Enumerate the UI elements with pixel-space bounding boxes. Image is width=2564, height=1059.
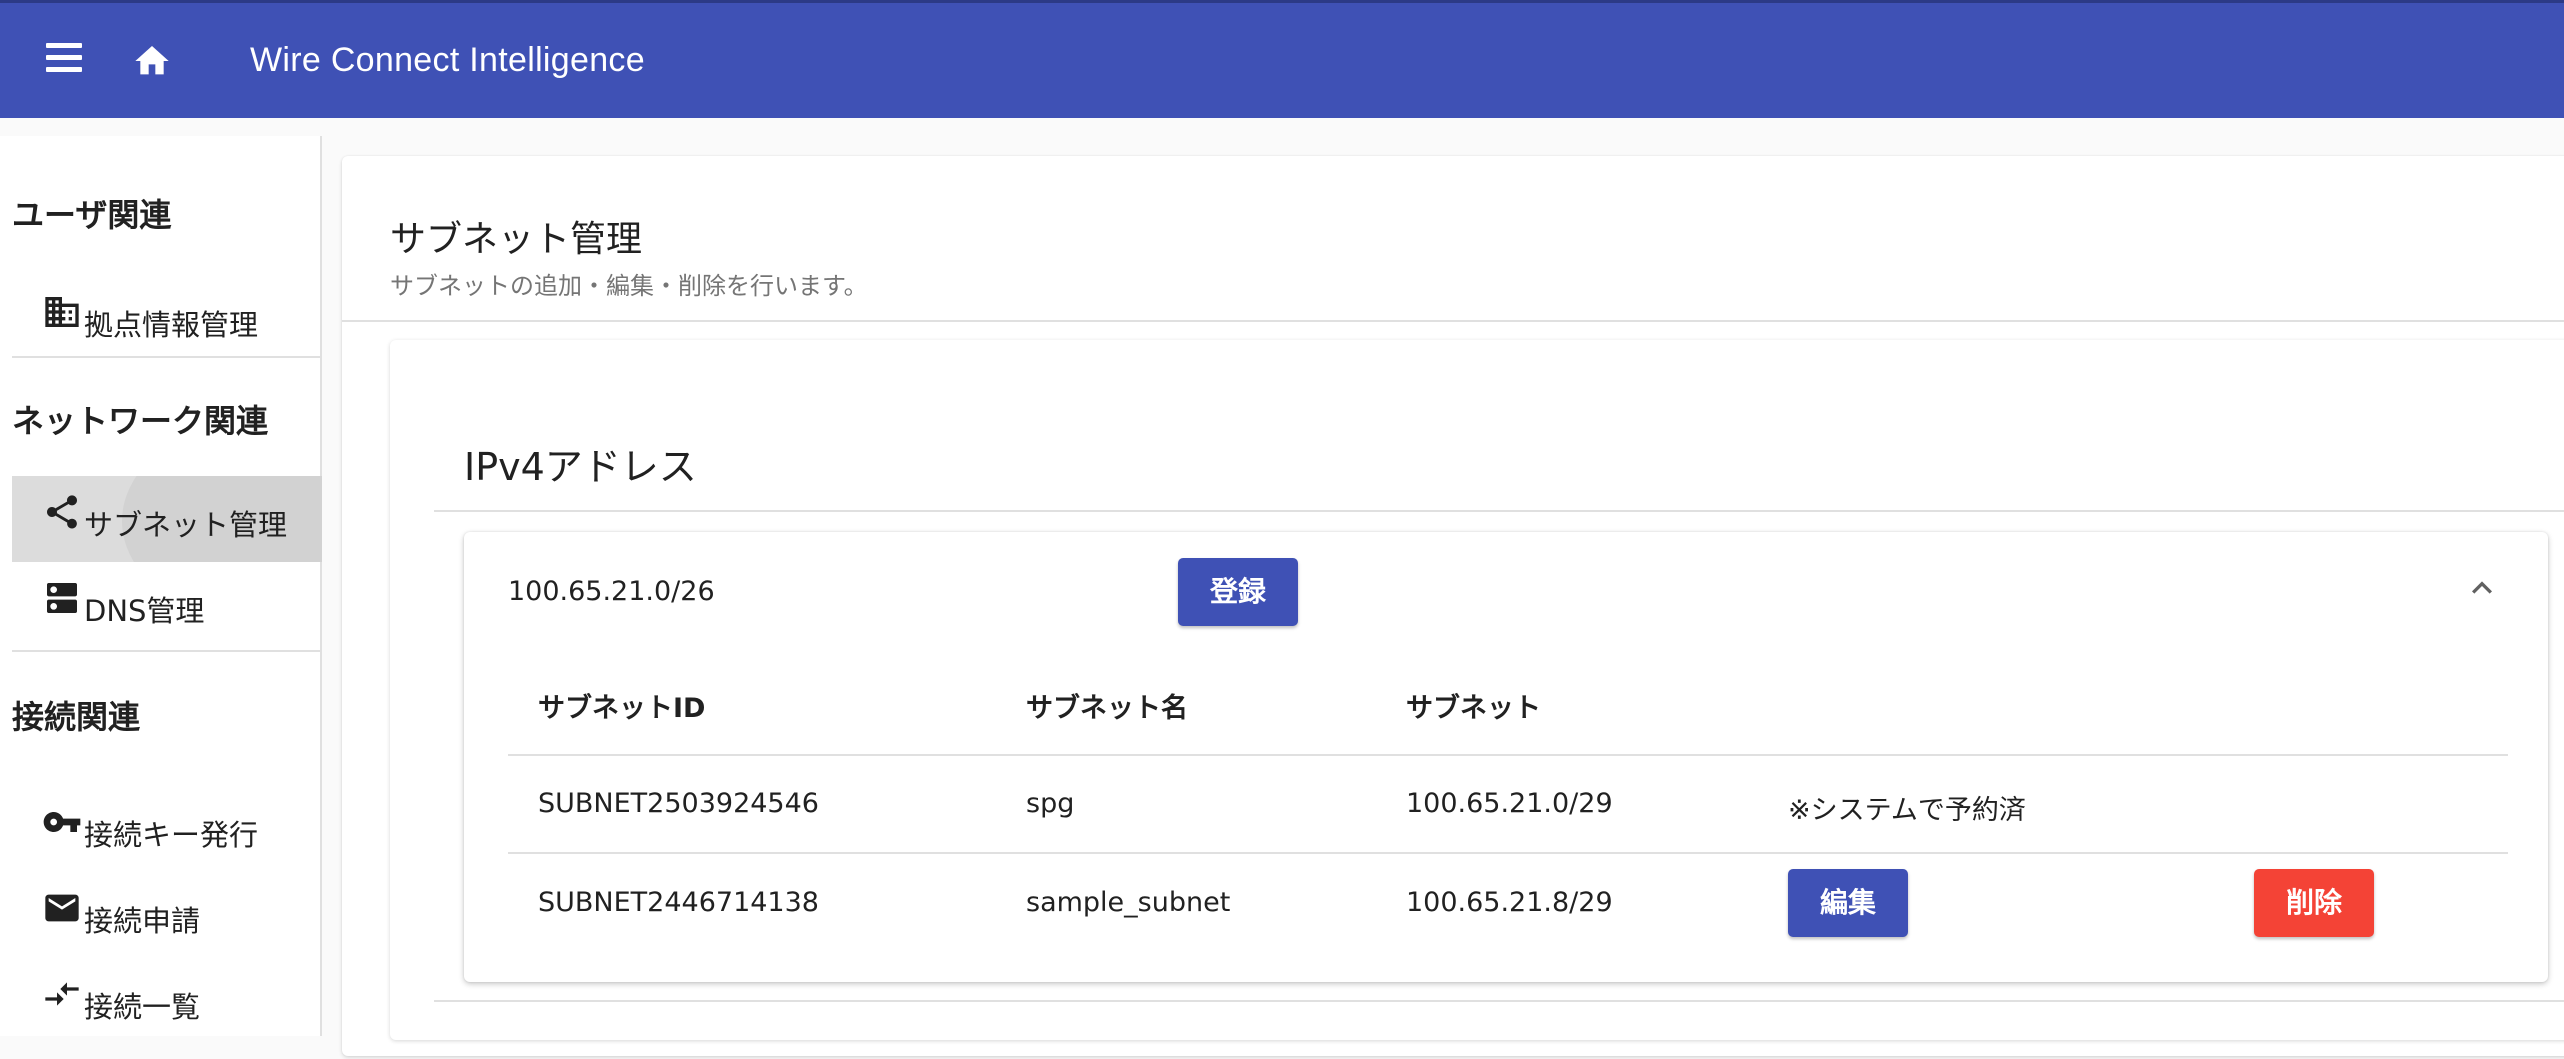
sidebar-item-issue-key[interactable]: 接続キー発行 [12, 786, 322, 872]
page-title: サブネット管理 [390, 219, 643, 260]
sidebar-item-label: 接続一覧 [84, 990, 201, 1024]
key-icon [43, 812, 81, 832]
sidebar-item-sites[interactable]: 拠点情報管理 [12, 276, 322, 362]
column-header-subnet-id: サブネットID [538, 693, 706, 724]
sidebar-item-label: 拠点情報管理 [84, 308, 259, 342]
table-divider [508, 852, 2508, 854]
header-divider [342, 320, 2564, 322]
section-divider [434, 1000, 2564, 1002]
cell-subnet: 100.65.21.8/29 [1406, 887, 1613, 918]
section-title: IPv4アドレス [464, 445, 697, 489]
cell-subnet-name: sample_subnet [1026, 887, 1231, 918]
sidebar-heading-user: ユーザ関連 [12, 196, 172, 234]
address-range: 100.65.21.0/26 [508, 576, 715, 607]
compare-arrows-icon [45, 982, 79, 1006]
app-title: Wire Connect Intelligence [250, 41, 645, 79]
sidebar-item-connection-request[interactable]: 接続申請 [12, 872, 322, 958]
sidebar-item-label: DNS管理 [84, 594, 205, 628]
table-divider [508, 754, 2508, 756]
sidebar-item-label: 接続申請 [84, 904, 201, 938]
share-icon [47, 495, 77, 529]
sidebar: ユーザ関連 拠点情報管理 ネットワーク関連 サブネット管理 DNS管理 接続関連… [0, 136, 322, 1036]
sidebar-item-label: 接続キー発行 [84, 818, 259, 852]
sidebar-divider [12, 356, 322, 358]
sidebar-item-label: サブネット管理 [84, 508, 288, 542]
reserved-note: ※システムで予約済 [1788, 795, 2026, 826]
section-divider [434, 510, 2564, 512]
home-icon[interactable] [130, 41, 174, 81]
column-header-subnet-name: サブネット名 [1026, 693, 1188, 724]
register-button[interactable]: 登録 [1178, 558, 1298, 626]
cell-subnet-id: SUBNET2503924546 [538, 788, 819, 819]
cell-subnet-name: spg [1026, 788, 1075, 819]
address-range-panel: 100.65.21.0/26 登録 サブネットID サブネット名 サブネット S… [464, 532, 2548, 982]
cell-subnet: 100.65.21.0/29 [1406, 788, 1613, 819]
sidebar-heading-connection: 接続関連 [12, 698, 141, 736]
edit-button[interactable]: 編集 [1788, 869, 1908, 937]
delete-button[interactable]: 削除 [2254, 869, 2374, 937]
sidebar-item-dns[interactable]: DNS管理 [12, 562, 322, 648]
sidebar-heading-network: ネットワーク関連 [12, 402, 269, 440]
app-bar: Wire Connect Intelligence [0, 0, 2564, 118]
page-subtitle: サブネットの追加・編集・削除を行います。 [390, 272, 868, 300]
building-icon [45, 297, 79, 327]
cell-subnet-id: SUBNET2446714138 [538, 887, 819, 918]
column-header-subnet: サブネット [1406, 693, 1541, 724]
sidebar-divider [12, 650, 322, 652]
mail-icon [45, 894, 79, 922]
dns-icon [47, 583, 77, 613]
menu-icon[interactable] [44, 43, 84, 77]
sidebar-item-subnet[interactable]: サブネット管理 [12, 476, 322, 562]
sidebar-item-connection-list[interactable]: 接続一覧 [12, 958, 322, 1044]
chevron-up-icon[interactable] [2462, 568, 2502, 608]
